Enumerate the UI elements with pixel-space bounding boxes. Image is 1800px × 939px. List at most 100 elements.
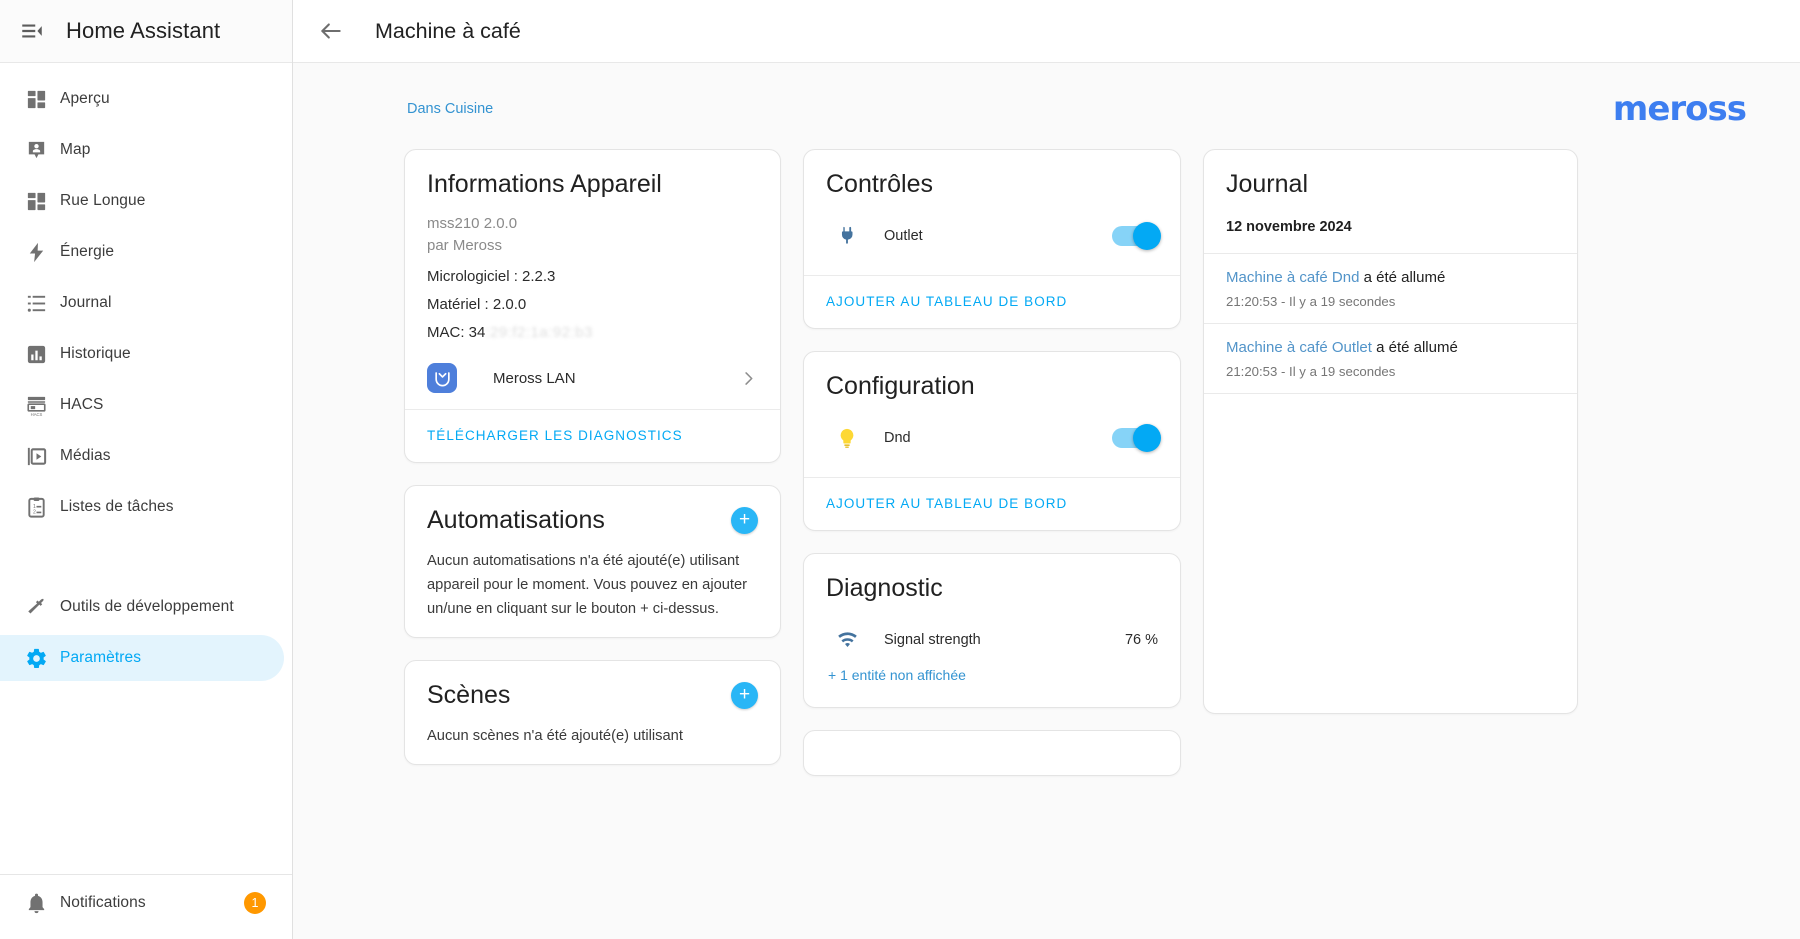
breadcrumb[interactable]: Dans Cuisine: [407, 101, 493, 117]
sidebar-item-listes-de-taches[interactable]: 1 2 Listes de tâches: [0, 484, 284, 530]
device-mac-redacted: :29:f2:1a:92:b3: [485, 324, 593, 341]
sidebar-divider: [0, 874, 292, 875]
sidebar-item-historique[interactable]: Historique: [0, 331, 284, 377]
device-hardware: Matériel : 2.0.0: [427, 296, 527, 313]
integration-row[interactable]: Meross LAN: [427, 363, 758, 393]
download-diagnostics-action[interactable]: TÉLÉCHARGER LES DIAGNOSTICS: [405, 409, 780, 462]
controls-add-dashboard-action[interactable]: AJOUTER AU TABLEAU DE BORD: [804, 275, 1180, 328]
automations-title: Automatisations: [427, 506, 605, 534]
logbook-title: Journal: [1226, 170, 1308, 198]
device-info-title: Informations Appareil: [427, 170, 662, 198]
logbook-entry-text: a été allumé: [1371, 339, 1458, 356]
bell-icon: [12, 892, 60, 915]
device-mac-visible: MAC: 34: [427, 324, 486, 341]
sidebar-item-rue-longue[interactable]: Rue Longue: [0, 178, 284, 224]
scenes-body: Aucun scènes n'a été ajouté(e) utilisant: [405, 714, 780, 764]
app-root: Home Assistant Aperçu Map Rue Longue Éne…: [0, 0, 1800, 939]
automations-body: Aucun automatisations n'a été ajouté(e) …: [405, 539, 780, 637]
logbook-entry-text: a été allumé: [1359, 269, 1446, 286]
sidebar-header: Home Assistant: [0, 0, 292, 63]
sidebar-item-label: Listes de tâches: [60, 498, 174, 515]
sidebar-item-label: Énergie: [60, 243, 115, 260]
dashboard-icon: [12, 88, 60, 111]
toggle-knob: [1133, 424, 1161, 452]
sidebar-item-journal[interactable]: Journal: [0, 280, 284, 326]
dnd-toggle[interactable]: [1112, 424, 1161, 452]
top-toolbar: Machine à café: [293, 0, 1800, 63]
device-mac: MAC: 34:29:f2:1a:92:b3: [427, 324, 758, 341]
column-middle: Contrôles Outlet AJOUTER AU TABLEAU DE B…: [803, 149, 1181, 776]
logbook-entry: Machine à café Dnd a été allumé 21:20:53…: [1204, 254, 1577, 324]
device-model: mss210 2.0.0: [427, 215, 518, 232]
map-marker-icon: [12, 139, 60, 162]
sidebar-item-parametres[interactable]: Paramètres: [0, 635, 284, 681]
sidebar-item-label: HACS: [60, 396, 104, 413]
sidebar-item-apercu[interactable]: Aperçu: [0, 76, 284, 122]
entity-name: Outlet: [884, 228, 923, 244]
logbook-entry-time: 21:20:53 - Il y a 19 secondes: [1226, 294, 1396, 309]
logbook-entry-time: 21:20:53 - Il y a 19 secondes: [1226, 364, 1396, 379]
sidebar-item-outils-de-developpement[interactable]: Outils de développement: [0, 584, 284, 630]
sidebar-item-medias[interactable]: Médias: [0, 433, 284, 479]
scenes-card: Scènes + Aucun scènes n'a été ajouté(e) …: [404, 660, 781, 765]
download-diagnostics-label: TÉLÉCHARGER LES DIAGNOSTICS: [427, 428, 683, 443]
scenes-empty-text: Aucun scènes n'a été ajouté(e) utilisant: [427, 728, 683, 744]
sidebar-title: Home Assistant: [66, 18, 221, 43]
logbook-date: 12 novembre 2024: [1204, 203, 1577, 254]
logbook-entity-link[interactable]: Machine à café Outlet: [1226, 339, 1372, 356]
notification-badge: 1: [244, 892, 266, 914]
logbook-entry: Machine à café Outlet a été allumé 21:20…: [1204, 324, 1577, 394]
dashboard-icon: [12, 190, 60, 213]
extra-card-partial: [803, 730, 1181, 776]
svg-text:HACS: HACS: [30, 412, 42, 417]
controls-body: Outlet: [804, 203, 1180, 275]
chart-bar-icon: [12, 343, 60, 366]
hidden-entities-link[interactable]: + 1 entité non affichée: [826, 663, 1158, 691]
entity-name: Signal strength: [884, 632, 981, 648]
sidebar-item-label: Map: [60, 141, 91, 158]
sidebar-bottom: Notifications 1: [0, 868, 292, 939]
main-area: Machine à café Dans Cuisine meross Infor…: [293, 0, 1800, 939]
sidebar-item-label: Outils de développement: [60, 598, 234, 615]
lightbulb-icon: [828, 427, 866, 449]
sidebar-item-label: Rue Longue: [60, 192, 146, 209]
hacs-store-icon: HACS: [12, 394, 60, 417]
plus-circle-icon[interactable]: +: [731, 682, 758, 709]
sidebar-item-label: Journal: [60, 294, 112, 311]
logbook-list-icon: [12, 292, 60, 315]
meross-brand-logo: meross: [1612, 89, 1747, 129]
arrow-left-icon[interactable]: [309, 9, 353, 53]
controls-card: Contrôles Outlet AJOUTER AU TABLEAU DE B…: [803, 149, 1181, 329]
sidebar-item-hacs[interactable]: HACS HACS: [0, 382, 284, 428]
logbook-entry-line: Machine à café Outlet a été allumé: [1226, 337, 1555, 359]
hammer-wrench-icon: [12, 596, 60, 619]
configuration-add-dashboard-action[interactable]: AJOUTER AU TABLEAU DE BORD: [804, 477, 1180, 530]
automations-empty-text: Aucun automatisations n'a été ajouté(e) …: [427, 553, 748, 617]
entity-value: 76 %: [1124, 632, 1158, 648]
content-area: Dans Cuisine meross Informations Apparei…: [293, 63, 1800, 939]
svg-text:2: 2: [32, 509, 35, 515]
automations-card: Automatisations + Aucun automatisations …: [404, 485, 781, 638]
device-info-card: Informations Appareil mss210 2.0.0 par M…: [404, 149, 781, 463]
logbook-entry-line: Machine à café Dnd a été allumé: [1226, 267, 1555, 289]
controls-add-dashboard-label: AJOUTER AU TABLEAU DE BORD: [826, 294, 1068, 309]
sidebar-item-label: Paramètres: [60, 649, 142, 666]
entity-row-dnd: Dnd: [826, 415, 1161, 461]
device-info-body: mss210 2.0.0 par Meross Micrologiciel : …: [405, 203, 780, 409]
configuration-card: Configuration Dnd AJOUTER AU TABLEAU DE …: [803, 351, 1181, 531]
menu-collapse-icon[interactable]: [10, 9, 54, 53]
device-firmware: Micrologiciel : 2.2.3: [427, 268, 556, 285]
sidebar-item-energie[interactable]: Énergie: [0, 229, 284, 275]
plus-circle-icon[interactable]: +: [731, 507, 758, 534]
logbook-entity-link[interactable]: Machine à café Dnd: [1226, 269, 1359, 286]
outlet-toggle[interactable]: [1112, 222, 1161, 250]
extra-card-body: [804, 731, 1180, 775]
sidebar-item-notifications[interactable]: Notifications 1: [0, 880, 284, 926]
sidebar-item-label: Notifications: [60, 894, 146, 911]
logbook-card: Journal 12 novembre 2024 Machine à café …: [1203, 149, 1578, 714]
column-left: Informations Appareil mss210 2.0.0 par M…: [404, 149, 781, 765]
scenes-title: Scènes: [427, 681, 511, 709]
diagnostic-card: Diagnostic Signal strength 76 % + 1 enti…: [803, 553, 1181, 708]
sidebar-item-map[interactable]: Map: [0, 127, 284, 173]
